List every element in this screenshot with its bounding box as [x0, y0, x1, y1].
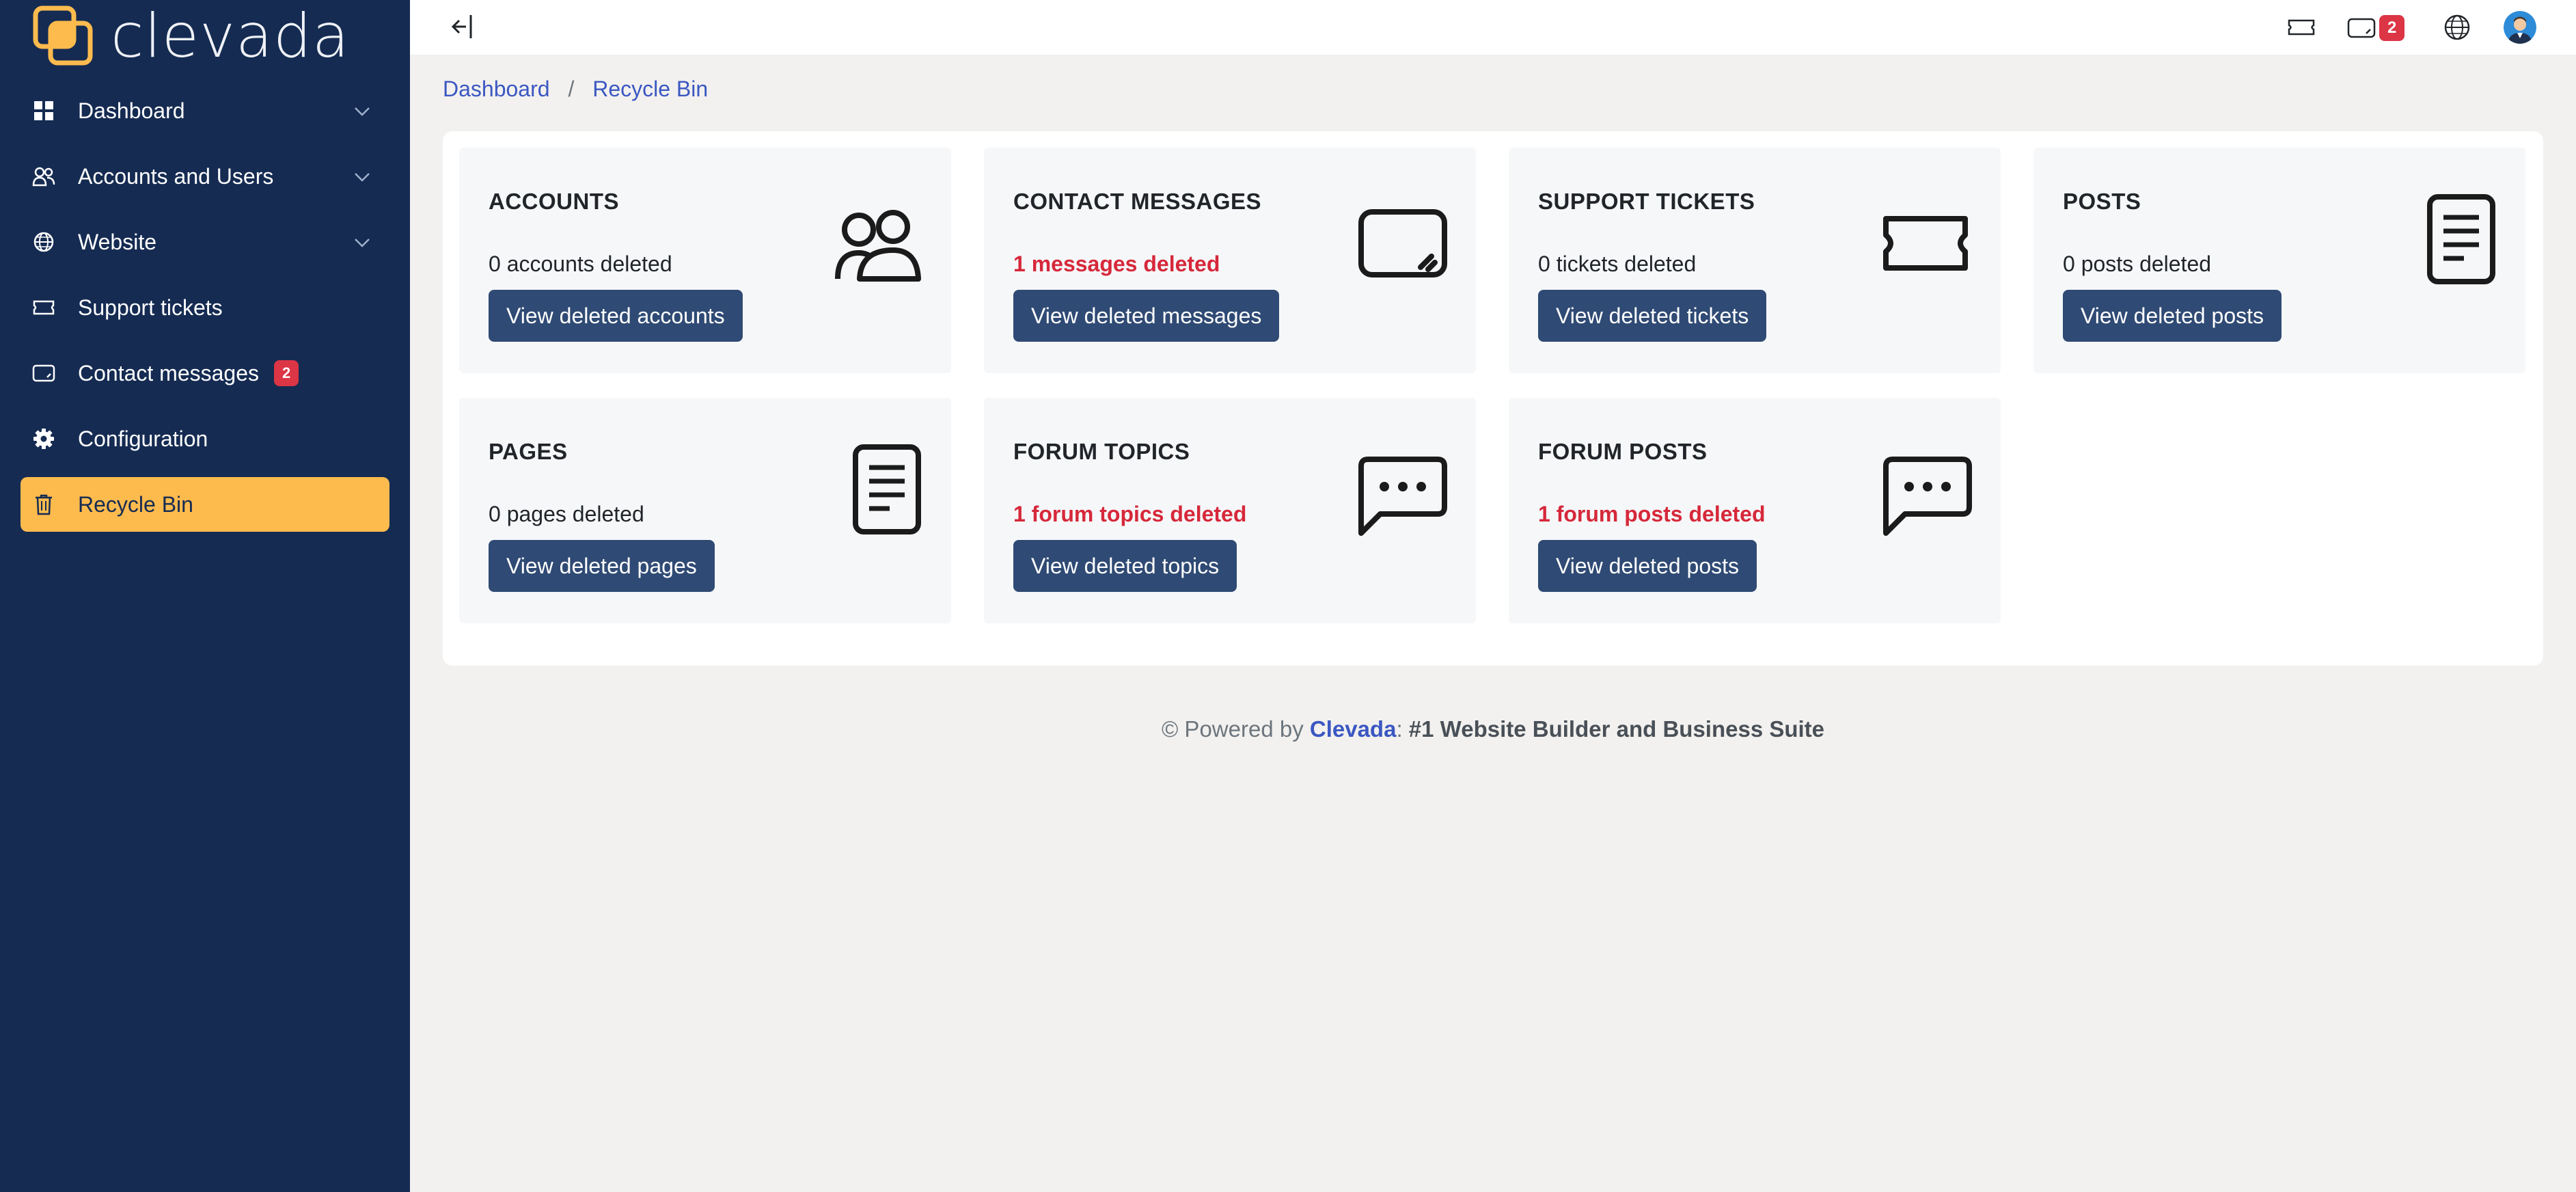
message-box-icon[interactable] — [2346, 14, 2376, 41]
breadcrumb-recycle-bin-link[interactable]: Recycle Bin — [592, 77, 708, 101]
gear-icon — [31, 426, 56, 451]
card-title: PAGES — [489, 439, 568, 464]
recycle-bin-panel: ACCOUNTS 0 accounts deleted View deleted… — [443, 131, 2543, 666]
view-deleted-tickets-button[interactable]: View deleted tickets — [1538, 290, 1767, 342]
view-deleted-topics-button[interactable]: View deleted topics — [1013, 540, 1237, 592]
sidebar: clevada Dashboard Accounts and Users Web… — [0, 0, 410, 1192]
sidebar-item-recycle-bin[interactable]: Recycle Bin — [20, 477, 389, 532]
chat-dots-icon — [1353, 452, 1449, 536]
sidebar-item-accounts-and-users[interactable]: Accounts and Users — [20, 149, 389, 204]
card-count: 1 forum posts deleted — [1538, 502, 1766, 526]
card-title: POSTS — [2063, 189, 2141, 214]
card-forum-posts: FORUM POSTS 1 forum posts deleted View d… — [1509, 398, 2001, 623]
topbar: 2 — [410, 0, 2576, 55]
sidebar-item-label: Accounts and Users — [78, 163, 274, 189]
sidebar-item-label: Contact messages — [78, 360, 260, 385]
chevron-down-icon — [351, 165, 373, 187]
contact-messages-badge: 2 — [274, 360, 299, 386]
globe-icon — [31, 230, 56, 254]
ticket-icon — [31, 295, 56, 320]
footer-brand-link[interactable]: Clevada — [1310, 716, 1397, 742]
breadcrumb: Dashboard / Recycle Bin — [443, 77, 708, 102]
view-deleted-posts-button[interactable]: View deleted posts — [2063, 290, 2282, 342]
card-pages: PAGES 0 pages deleted View deleted pages — [459, 398, 951, 623]
card-count: 0 posts deleted — [2063, 252, 2212, 276]
card-title: SUPPORT TICKETS — [1538, 189, 1755, 214]
card-title: ACCOUNTS — [489, 189, 619, 214]
chevron-down-icon — [351, 100, 373, 122]
message-box-icon — [31, 361, 56, 385]
logo[interactable]: clevada — [33, 5, 374, 67]
card-count: 0 accounts deleted — [489, 252, 672, 276]
view-deleted-messages-button[interactable]: View deleted messages — [1013, 290, 1280, 342]
card-support-tickets: SUPPORT TICKETS 0 tickets deleted View d… — [1509, 148, 2001, 373]
view-deleted-pages-button[interactable]: View deleted pages — [489, 540, 715, 592]
document-icon — [828, 444, 924, 534]
card-contact-messages: CONTACT MESSAGES 1 messages deleted View… — [984, 148, 1476, 373]
ticket-icon[interactable] — [2286, 14, 2316, 41]
ticket-icon — [1878, 202, 1973, 284]
logo-mark-icon — [33, 5, 94, 67]
users-icon — [31, 164, 56, 189]
card-title: FORUM TOPICS — [1013, 439, 1190, 464]
view-deleted-forum-posts-button[interactable]: View deleted posts — [1538, 540, 1757, 592]
globe-icon[interactable] — [2442, 14, 2472, 41]
footer-tagline: #1 Website Builder and Business Suite — [1408, 716, 1825, 742]
sidebar-item-support-tickets[interactable]: Support tickets — [20, 280, 389, 335]
messages-badge: 2 — [2379, 15, 2405, 41]
card-title: FORUM POSTS — [1538, 439, 1708, 464]
sidebar-item-contact-messages[interactable]: Contact messages 2 — [20, 346, 389, 401]
footer: © Powered by Clevada: #1 Website Builder… — [410, 716, 2576, 742]
sidebar-item-website[interactable]: Website — [20, 215, 389, 269]
card-count: 0 tickets deleted — [1538, 252, 1697, 276]
chevron-down-icon — [351, 231, 373, 253]
sidebar-item-configuration[interactable]: Configuration — [20, 411, 389, 466]
sidebar-item-label: Support tickets — [78, 295, 223, 320]
card-title: CONTACT MESSAGES — [1013, 189, 1262, 214]
footer-prefix: © Powered by — [1161, 716, 1310, 742]
sidebar-item-dashboard[interactable]: Dashboard — [20, 83, 389, 138]
chat-dots-icon — [1878, 452, 1973, 536]
trash-icon — [31, 492, 56, 517]
sidebar-item-label: Recycle Bin — [78, 491, 193, 517]
card-posts: POSTS 0 posts deleted View deleted posts — [2033, 148, 2525, 373]
message-box-icon — [1353, 202, 1449, 284]
grid-icon — [31, 98, 56, 123]
sidebar-item-label: Website — [78, 229, 157, 254]
card-forum-topics: FORUM TOPICS 1 forum topics deleted View… — [984, 398, 1476, 623]
card-count: 0 pages deleted — [489, 502, 644, 526]
sidebar-item-label: Dashboard — [78, 98, 185, 123]
breadcrumb-separator: / — [568, 77, 575, 101]
view-deleted-accounts-button[interactable]: View deleted accounts — [489, 290, 743, 342]
card-count: 1 messages deleted — [1013, 252, 1220, 276]
card-count: 1 forum topics deleted — [1013, 502, 1247, 526]
sidebar-item-label: Configuration — [78, 426, 208, 451]
breadcrumb-dashboard-link[interactable]: Dashboard — [443, 77, 550, 101]
footer-colon: : — [1396, 716, 1409, 742]
users-icon — [828, 202, 924, 284]
logo-text: clevada — [111, 1, 350, 71]
document-icon — [2402, 194, 2498, 284]
card-accounts: ACCOUNTS 0 accounts deleted View deleted… — [459, 148, 951, 373]
avatar[interactable] — [2504, 11, 2536, 44]
sidebar-nav: Dashboard Accounts and Users Website Sup… — [20, 83, 389, 543]
sidebar-toggle-button[interactable] — [448, 11, 480, 42]
